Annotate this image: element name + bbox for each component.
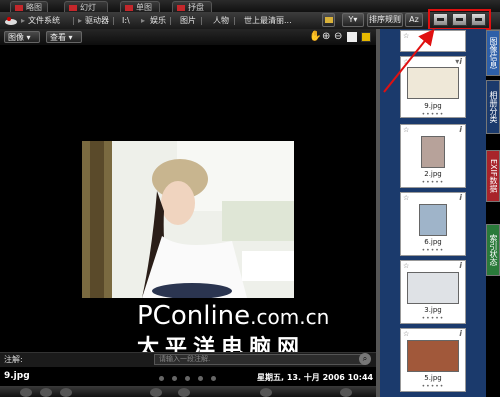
red-arrow-icon	[383, 28, 435, 93]
